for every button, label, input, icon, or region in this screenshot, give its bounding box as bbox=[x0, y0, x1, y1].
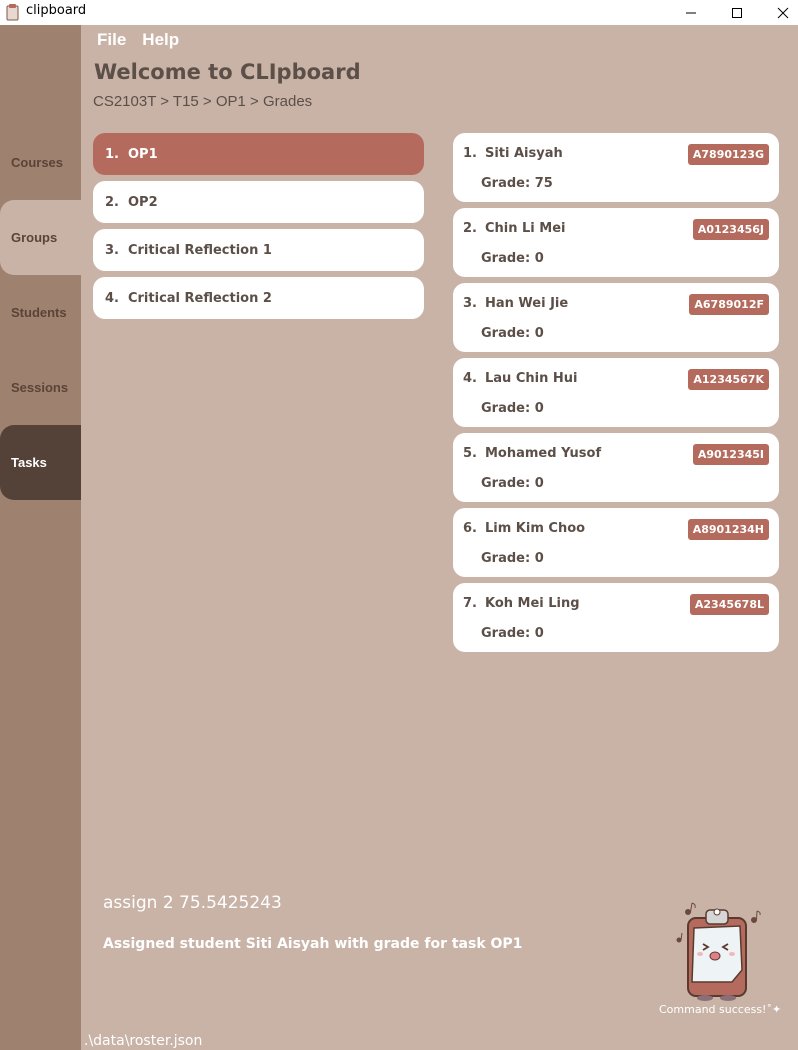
student-name-text: Siti Aisyah bbox=[484, 146, 563, 161]
task-name: Critical Reflection 1 bbox=[127, 242, 272, 258]
student-id-badge: A9012345I bbox=[692, 444, 769, 465]
student-id-badge: A0123456J bbox=[692, 219, 769, 240]
sidebar-item-label: Tasks bbox=[11, 455, 47, 470]
student-name: 2. Chin Li Mei bbox=[463, 221, 566, 236]
command-input[interactable]: assign 2 75.5425243 bbox=[103, 893, 282, 913]
clipboard-app-icon bbox=[6, 4, 19, 21]
student-number: 6. bbox=[463, 521, 477, 536]
sidebar-item-tasks[interactable]: Tasks bbox=[0, 425, 81, 500]
student-name: 7. Koh Mei Ling bbox=[463, 596, 580, 611]
task-name: Critical Reflection 2 bbox=[127, 290, 272, 306]
status-bar-path: .\data\roster.json bbox=[84, 1033, 203, 1049]
student-grade: Grade: 0 bbox=[481, 551, 544, 566]
student-card[interactable]: 4. Lau Chin Hui A1234567K Grade: 0 bbox=[453, 358, 779, 427]
student-card[interactable]: 5. Mohamed Yusof A9012345I Grade: 0 bbox=[453, 433, 779, 502]
student-name-text: Han Wei Jie bbox=[484, 296, 569, 311]
sidebar-item-sessions[interactable]: Sessions bbox=[0, 350, 81, 425]
menu-help[interactable]: Help bbox=[142, 25, 195, 55]
student-id-badge: A2345678L bbox=[689, 594, 769, 615]
student-name-text: Lim Kim Choo bbox=[484, 521, 586, 536]
clipboard-mascot-icon bbox=[676, 902, 761, 1001]
task-number: 1. bbox=[105, 146, 119, 162]
menu-file[interactable]: File bbox=[81, 25, 142, 55]
student-id-badge: A7890123G bbox=[687, 144, 769, 165]
student-name-text: Lau Chin Hui bbox=[484, 371, 578, 386]
student-id-badge: A1234567K bbox=[688, 369, 769, 390]
student-name-text: Koh Mei Ling bbox=[484, 596, 580, 611]
student-card[interactable]: 7. Koh Mei Ling A2345678L Grade: 0 bbox=[453, 583, 779, 652]
task-item-critical-reflection-1[interactable]: 3. Critical Reflection 1 bbox=[93, 229, 424, 271]
student-id-badge: A6789012F bbox=[689, 294, 769, 315]
task-number: 2. bbox=[105, 194, 119, 210]
sidebar-item-label: Students bbox=[11, 305, 67, 320]
task-item-critical-reflection-2[interactable]: 4. Critical Reflection 2 bbox=[93, 277, 424, 319]
command-status: Command success!˚✦ bbox=[659, 1003, 782, 1016]
task-name: OP2 bbox=[127, 194, 158, 210]
student-name: 6. Lim Kim Choo bbox=[463, 521, 585, 536]
page-title: Welcome to CLIpboard bbox=[94, 60, 361, 84]
student-grade: Grade: 0 bbox=[481, 326, 544, 341]
student-name-text: Chin Li Mei bbox=[484, 221, 566, 236]
student-number: 7. bbox=[463, 596, 477, 611]
student-number: 5. bbox=[463, 446, 477, 461]
student-grade: Grade: 0 bbox=[481, 476, 544, 491]
student-card[interactable]: 3. Han Wei Jie A6789012F Grade: 0 bbox=[453, 283, 779, 352]
minimize-button[interactable] bbox=[668, 0, 714, 25]
maximize-icon bbox=[732, 7, 742, 18]
student-grade: Grade: 0 bbox=[481, 626, 544, 641]
task-item-op1[interactable]: 1. OP1 bbox=[93, 133, 424, 175]
sidebar-item-label: Groups bbox=[11, 230, 58, 245]
student-name-text: Mohamed Yusof bbox=[484, 446, 602, 461]
student-name: 4. Lau Chin Hui bbox=[463, 371, 577, 386]
task-item-op2[interactable]: 2. OP2 bbox=[93, 181, 424, 223]
student-card[interactable]: 1. Siti Aisyah A7890123G Grade: 75 bbox=[453, 133, 779, 202]
minimize-icon bbox=[686, 12, 696, 13]
student-number: 3. bbox=[463, 296, 477, 311]
window-title: clipboard bbox=[26, 3, 87, 18]
breadcrumb: CS2103T > T15 > OP1 > Grades bbox=[93, 93, 313, 110]
student-name: 5. Mohamed Yusof bbox=[463, 446, 601, 461]
student-id-badge: A8901234H bbox=[687, 519, 769, 540]
student-name: 3. Han Wei Jie bbox=[463, 296, 568, 311]
sidebar-item-label: Sessions bbox=[11, 380, 69, 395]
command-result: Assigned student Siti Aisyah with grade … bbox=[103, 936, 523, 952]
student-name: 1. Siti Aisyah bbox=[463, 146, 563, 161]
menu-bar: File Help bbox=[81, 25, 195, 55]
close-icon bbox=[777, 7, 789, 18]
task-number: 4. bbox=[105, 290, 119, 306]
student-number: 2. bbox=[463, 221, 477, 236]
student-number: 4. bbox=[463, 371, 477, 386]
student-grade: Grade: 75 bbox=[481, 176, 553, 191]
student-grade: Grade: 0 bbox=[481, 251, 544, 266]
student-grade: Grade: 0 bbox=[481, 401, 544, 416]
student-card[interactable]: 6. Lim Kim Choo A8901234H Grade: 0 bbox=[453, 508, 779, 577]
sidebar: Courses Groups Students Sessions Tasks bbox=[0, 25, 81, 1050]
window-title-bar: clipboard bbox=[0, 0, 798, 25]
sidebar-item-students[interactable]: Students bbox=[0, 275, 81, 350]
sidebar-item-courses[interactable]: Courses bbox=[0, 125, 81, 200]
student-number: 1. bbox=[463, 146, 477, 161]
sidebar-item-groups[interactable]: Groups bbox=[0, 200, 81, 275]
student-card[interactable]: 2. Chin Li Mei A0123456J Grade: 0 bbox=[453, 208, 779, 277]
sidebar-item-label: Courses bbox=[11, 155, 64, 170]
task-name: OP1 bbox=[127, 146, 158, 162]
maximize-button[interactable] bbox=[714, 0, 760, 25]
task-number: 3. bbox=[105, 242, 119, 258]
close-button[interactable] bbox=[760, 0, 798, 25]
